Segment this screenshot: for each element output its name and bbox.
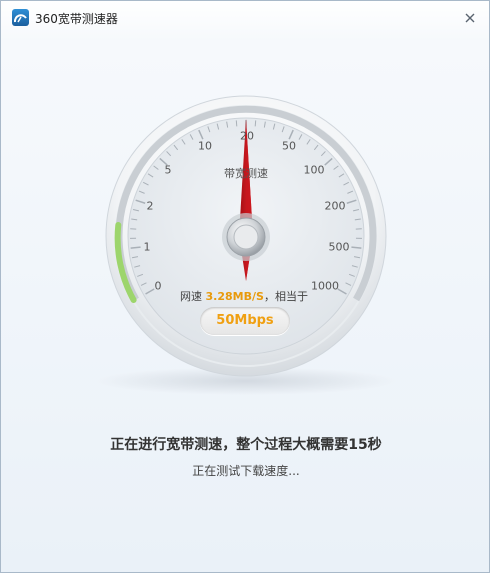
- scale-label: 100: [303, 163, 325, 177]
- scale-label: 50: [282, 139, 296, 153]
- gauge-dial: [96, 95, 396, 395]
- speed-readout: 网速 3.28MB/S，相当于: [149, 288, 339, 304]
- gauge-label: 带宽测速: [224, 167, 268, 180]
- scale-label: 200: [324, 199, 346, 213]
- scale-tick: [254, 120, 257, 127]
- scale-tick: [130, 246, 141, 249]
- bandwidth-equivalent: 50Mbps: [200, 307, 290, 335]
- status-subtitle: 正在测试下载速度...: [192, 464, 300, 478]
- scale-label: 10: [198, 139, 212, 153]
- scale-label: 500: [328, 240, 350, 254]
- scale-label: 20: [240, 129, 254, 143]
- scale-label: 5: [164, 163, 172, 177]
- scale-label: 1: [143, 240, 151, 254]
- scale-label: 2: [146, 199, 154, 213]
- app-window: 360宽带测速器 0 1 2 5 10 20 50 100 200 500 10…: [0, 0, 490, 573]
- speed-prefix: 网速: [180, 290, 203, 303]
- speed-suffix: ，相当于: [263, 290, 308, 303]
- speed-gauge: 0 1 2 5 10 20 50 100 200 500 1000 带宽测速 网…: [1, 1, 490, 421]
- scale-tick: [351, 246, 362, 249]
- speed-value: 3.28MB/S: [205, 290, 264, 303]
- status-title: 正在进行宽带测速，整个过程大概需要15秒: [110, 437, 382, 453]
- scale-tick: [235, 120, 238, 127]
